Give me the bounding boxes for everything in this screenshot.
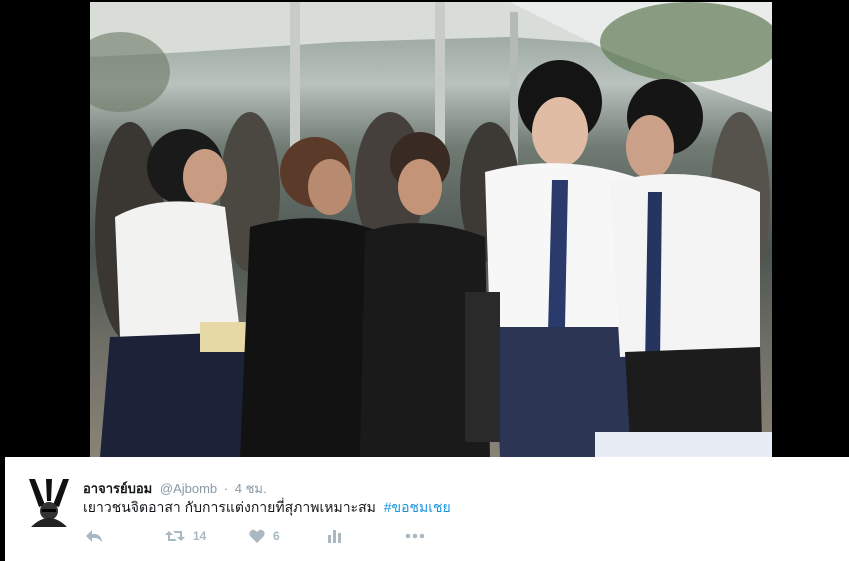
tweet-header: อาจารย์บอม @Ajbomb · 4 ชม. (83, 478, 267, 499)
tweet-timestamp[interactable]: 4 ชม. (235, 481, 267, 496)
analytics-icon (328, 530, 341, 543)
more-icon (405, 533, 425, 539)
user-handle[interactable]: @Ajbomb (160, 481, 217, 496)
like-button[interactable]: 6 (249, 527, 280, 545)
reply-button[interactable] (85, 527, 103, 545)
avatar[interactable] (25, 479, 73, 527)
tweet-card: อาจารย์บอม @Ajbomb · 4 ชม. เยาวชนจิตอาสา… (5, 457, 849, 561)
analytics-button[interactable] (327, 527, 341, 545)
separator-dot: · (223, 481, 229, 496)
retweet-icon (165, 531, 185, 541)
tweet-actions: 14 6 (83, 527, 483, 545)
tweet-body: เยาวชนจิตอาสา กับการแต่งกายที่สุภาพเหมาะ… (83, 499, 376, 515)
tweet-photo[interactable] (90, 2, 772, 457)
display-name[interactable]: อาจารย์บอม (83, 481, 152, 496)
avatar-image (25, 479, 73, 527)
retweet-button[interactable]: 14 (165, 527, 206, 545)
like-count: 6 (273, 529, 280, 543)
more-button[interactable] (405, 527, 425, 545)
photo-illustration (90, 2, 772, 457)
tweet-text: เยาวชนจิตอาสา กับการแต่งกายที่สุภาพเหมาะ… (83, 497, 451, 519)
photo-frame (0, 0, 849, 457)
heart-icon (249, 529, 265, 543)
retweet-count: 14 (193, 529, 207, 543)
hashtag-link[interactable]: #ขอชมเชย (384, 499, 451, 515)
reply-icon (86, 530, 102, 542)
